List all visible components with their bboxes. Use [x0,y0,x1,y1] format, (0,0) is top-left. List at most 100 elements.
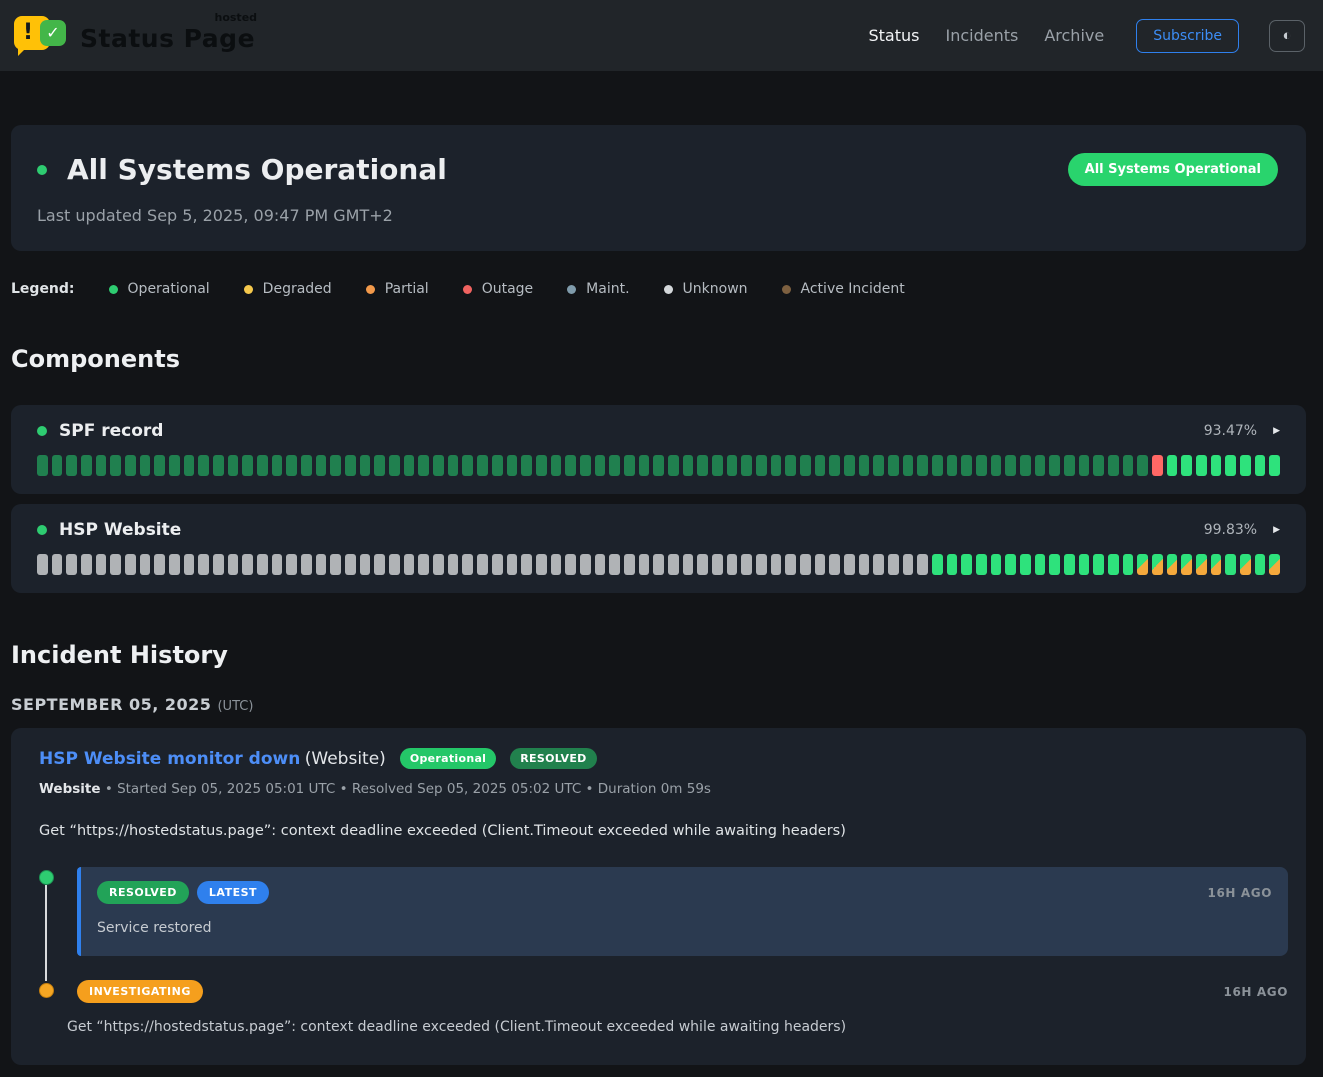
uptime-bar [286,455,297,476]
uptime-bar [242,554,253,575]
uptime-bar [1167,554,1178,575]
uptime-bar [609,455,620,476]
uptime-bar [301,554,312,575]
uptime-bar [683,554,694,575]
latest-update-box: RESOLVED LATEST 16H AGO Service restored [77,867,1288,956]
uptime-bar [492,455,503,476]
expand-arrow-icon[interactable]: ▶ [1273,525,1280,535]
legend-dot-degraded [244,285,253,294]
uptime-bar [683,455,694,476]
uptime-bar [389,455,400,476]
brand: ! ✓ Status Page hosted [14,12,255,60]
uptime-bar [242,455,253,476]
uptime-bar [932,455,943,476]
latest-badge: LATEST [197,881,269,904]
overall-status-title: All Systems Operational [67,153,447,186]
update-text: Get “https://hostedstatus.page”: context… [67,1019,1288,1035]
uptime-bar [507,455,518,476]
uptime-bar [37,455,48,476]
expand-arrow-icon[interactable]: ▶ [1273,426,1280,436]
brand-superscript: hosted [215,11,258,24]
uptime-bar [1196,554,1207,575]
uptime-bar [272,455,283,476]
uptime-bar [1211,455,1222,476]
uptime-bar [903,554,914,575]
uptime-bar [228,554,239,575]
update-text: Service restored [97,920,1272,936]
uptime-bar [785,455,796,476]
subscribe-button[interactable]: Subscribe [1136,19,1239,53]
uptime-bar [52,554,63,575]
overall-status-badge: All Systems Operational [1068,153,1278,186]
timezone-suffix: (UTC) [217,699,253,714]
nav-status[interactable]: Status [868,26,919,45]
legend-dot-maint [567,285,576,294]
uptime-bar [52,455,63,476]
uptime-bar [976,554,987,575]
theme-contrast-icon: ◐ [1282,27,1291,44]
uptime-bar [66,554,77,575]
uptime-bar [1255,455,1266,476]
incident-title-link[interactable]: HSP Website monitor down [39,749,300,769]
uptime-bar [741,554,752,575]
uptime-bar [1240,455,1251,476]
uptime-bar [668,554,679,575]
uptime-bar [624,455,635,476]
uptime-bar [727,455,738,476]
uptime-bar [140,554,151,575]
uptime-bar [257,455,268,476]
legend-dot-active-incident [782,285,791,294]
uptime-bar [697,554,708,575]
uptime-bar [844,455,855,476]
incident-history-heading: Incident History [11,641,1306,669]
uptime-bar [507,554,518,575]
uptime-bar [316,554,327,575]
investigating-dot-icon [39,983,54,998]
incident-state-badge: RESOLVED [510,748,596,769]
uptime-bar [1181,455,1192,476]
uptime-bar [1020,455,1031,476]
uptime-bar [1108,554,1119,575]
uptime-bar [1152,554,1163,575]
legend-item-degraded: Degraded [244,281,332,297]
legend-item-operational: Operational [109,281,210,297]
uptime-bar [580,455,591,476]
uptime-bar [917,455,928,476]
theme-toggle-button[interactable]: ◐ [1269,20,1305,52]
nav-archive[interactable]: Archive [1044,26,1104,45]
uptime-bar [257,554,268,575]
uptime-bar [1093,455,1104,476]
uptime-bar [624,554,635,575]
uptime-bar [448,455,459,476]
uptime-bar [521,554,532,575]
legend-dot-partial [366,285,375,294]
uptime-bar [198,554,209,575]
uptime-bar [609,554,620,575]
uptime-bar [96,455,107,476]
uptime-bar [1064,455,1075,476]
legend-dot-unknown [664,285,673,294]
uptime-bar [785,554,796,575]
legend-item-outage: Outage [463,281,533,297]
uptime-bar [580,554,591,575]
uptime-bar [418,554,429,575]
uptime-bar [330,554,341,575]
uptime-bar [1137,554,1148,575]
uptime-bar [595,554,606,575]
uptime-bar [917,554,928,575]
uptime-bar [756,455,767,476]
uptime-bar [301,455,312,476]
uptime-bar [1255,554,1266,575]
uptime-bar [1123,455,1134,476]
uptime-bar [374,455,385,476]
uptime-bar [829,455,840,476]
main-nav: Status Incidents Archive Subscribe ◐ [868,19,1305,53]
incident-title-suffix: (Website) [305,749,386,769]
uptime-bar [125,554,136,575]
nav-incidents[interactable]: Incidents [945,26,1018,45]
uptime-bar [829,554,840,575]
uptime-bar [873,455,884,476]
incident-timeline: RESOLVED LATEST 16H AGO Service restored… [29,867,1288,1035]
uptime-bar [37,554,48,575]
component-name: HSP Website [59,520,181,540]
